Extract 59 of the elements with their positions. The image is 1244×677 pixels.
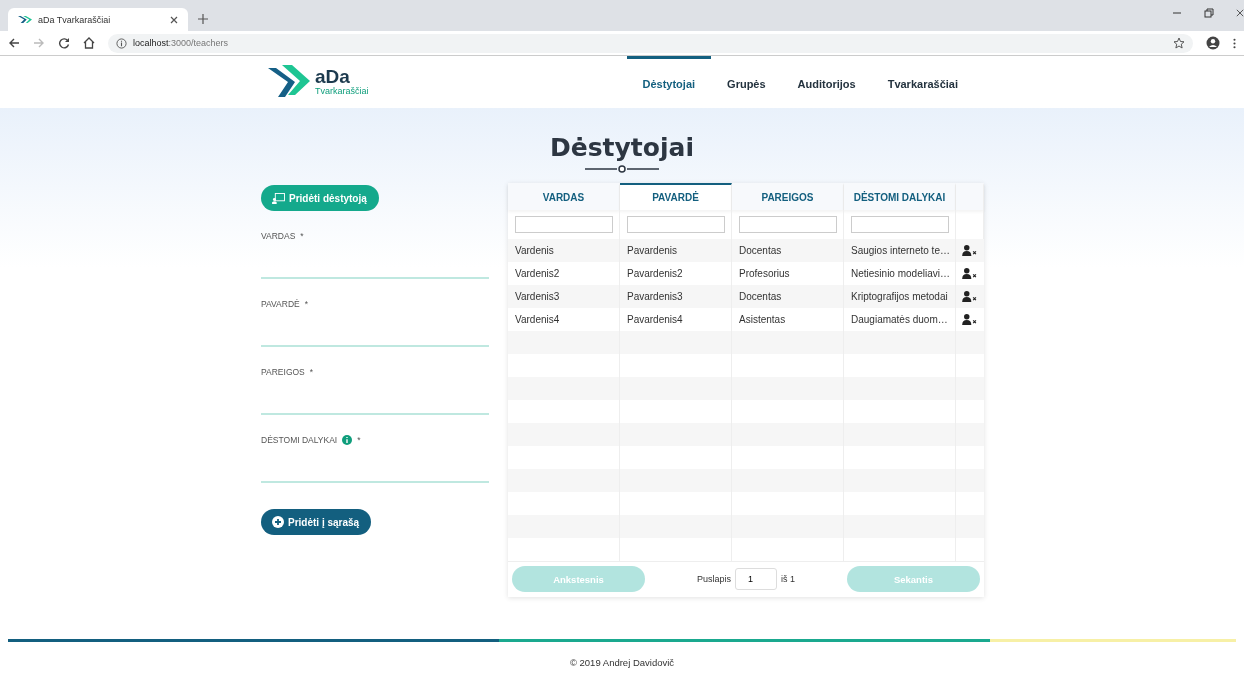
column-header[interactable]: PAVARDĖ bbox=[620, 183, 732, 210]
back-icon[interactable] bbox=[8, 37, 20, 49]
table-cell: Saugios interneto te… bbox=[844, 239, 956, 262]
info-icon[interactable] bbox=[342, 435, 353, 445]
home-icon[interactable] bbox=[83, 37, 95, 49]
menu-icon[interactable] bbox=[1233, 36, 1236, 50]
remove-user-icon[interactable] bbox=[962, 245, 977, 256]
close-icon[interactable] bbox=[170, 15, 178, 24]
new-tab-icon[interactable] bbox=[198, 14, 208, 24]
nav-link[interactable]: Tvarkaraščiai bbox=[871, 56, 974, 108]
divider-ornament-icon bbox=[585, 165, 659, 173]
page-field[interactable]: 1 bbox=[735, 568, 777, 590]
column-header[interactable]: VARDAS bbox=[508, 183, 620, 210]
remove-user-icon[interactable] bbox=[962, 291, 977, 302]
table-cell: Pavardenis bbox=[620, 239, 732, 262]
field-label: PAREIGOS bbox=[261, 367, 305, 377]
page-label: Puslapis bbox=[696, 574, 731, 584]
field-label: PAVARDĖ bbox=[261, 299, 300, 309]
add-to-list-button[interactable]: Pridėti į sąrašą bbox=[261, 509, 372, 535]
nav-link[interactable]: Auditorijos bbox=[781, 56, 872, 108]
required-mark: * bbox=[300, 231, 304, 241]
filter-field[interactable] bbox=[850, 216, 949, 233]
field-label: DĖSTOMI DALYKAI bbox=[261, 435, 338, 445]
page-total: iš 1 bbox=[781, 574, 795, 584]
info-icon bbox=[116, 37, 127, 49]
nav-link[interactable]: Grupės bbox=[711, 56, 782, 108]
footer-text: © 2019 Andrej Davidovič bbox=[569, 657, 675, 668]
browser-tab[interactable]: aDa Tvarkaraščiai bbox=[8, 8, 188, 31]
remove-user-icon[interactable] bbox=[962, 268, 977, 279]
tab-title: aDa Tvarkaraščiai bbox=[38, 14, 112, 25]
teacher-board-icon bbox=[272, 192, 285, 204]
table-cell: Vardenis3 bbox=[508, 285, 620, 308]
table-cell: Docentas bbox=[732, 285, 844, 308]
column-header[interactable]: DĖSTOMI DALYKAI bbox=[844, 183, 956, 210]
filter-field[interactable] bbox=[626, 216, 725, 233]
restore-icon[interactable] bbox=[1204, 8, 1214, 18]
logo-icon bbox=[18, 15, 32, 24]
field-label: VARDAS bbox=[261, 231, 296, 241]
table-cell: Pavardenis3 bbox=[620, 285, 732, 308]
reload-icon[interactable] bbox=[58, 37, 70, 49]
plus-circle-icon bbox=[272, 516, 284, 528]
filter-field[interactable] bbox=[514, 216, 613, 233]
table-cell: Vardenis bbox=[508, 239, 620, 262]
account-icon[interactable] bbox=[1206, 36, 1220, 50]
logo-subtitle: Tvarkaraščiai bbox=[315, 86, 369, 96]
page-title: Dėstytojai bbox=[550, 133, 694, 162]
close-icon[interactable] bbox=[1236, 8, 1244, 18]
star-icon[interactable] bbox=[1173, 37, 1185, 49]
address-bar[interactable]: localhost:3000/teachers bbox=[108, 33, 1193, 53]
logo-title: aDa bbox=[315, 68, 351, 86]
remove-user-icon[interactable] bbox=[962, 314, 977, 325]
table-cell: Docentas bbox=[732, 239, 844, 262]
column-header[interactable]: PAREIGOS bbox=[732, 183, 844, 210]
required-mark: * bbox=[304, 299, 309, 309]
table-cell: Kriptografijos metodai bbox=[844, 285, 956, 308]
required-mark: * bbox=[357, 435, 361, 445]
required-mark: * bbox=[309, 367, 314, 377]
filter-field[interactable] bbox=[738, 216, 837, 233]
logo-icon bbox=[268, 65, 312, 99]
